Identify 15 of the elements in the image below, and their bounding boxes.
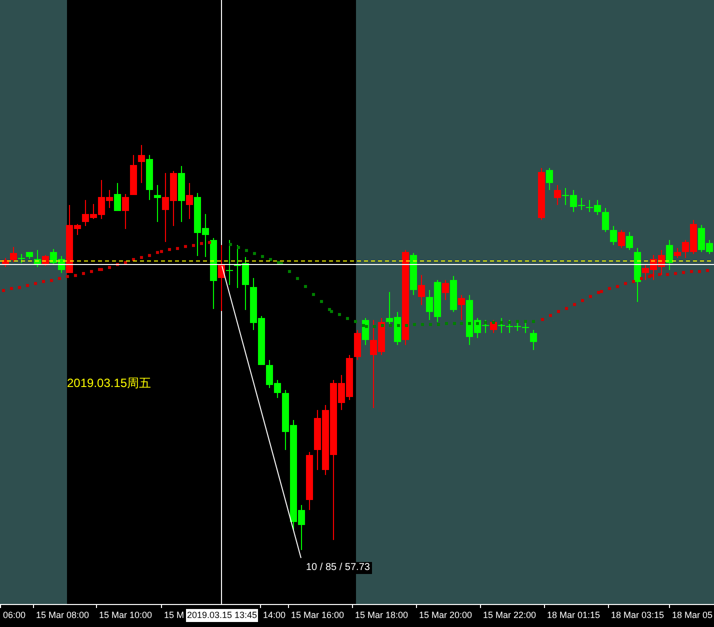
time-axis-label: 15 Mar 18:00 xyxy=(355,609,408,622)
time-axis-label: 15 Mar 16:00 xyxy=(291,609,344,622)
time-axis-label: 15 Mar 08:00 xyxy=(36,609,90,622)
time-axis-label: 15 Mar 20:00 xyxy=(419,609,472,622)
measurement-label: 10 / 85 / 57.73 xyxy=(304,562,372,574)
time-axis-label: 15 Mar 22:00 xyxy=(483,609,536,622)
time-axis-label: 14:00 xyxy=(263,609,286,622)
time-axis-label: 15 M xyxy=(164,609,184,622)
time-axis-label: 15 Mar 10:00 xyxy=(99,609,152,622)
time-axis-label: 18 Mar 01:15 xyxy=(547,609,600,622)
date-label: 2019.03.15周五 xyxy=(67,376,152,390)
time-axis-label: 06:00 xyxy=(3,609,26,622)
crosshair-time-label: 2019.03.15 13:45 xyxy=(186,609,258,622)
time-axis-label: 18 Mar 05 xyxy=(672,609,713,622)
time-axis-label: 18 Mar 03:15 xyxy=(611,609,664,622)
